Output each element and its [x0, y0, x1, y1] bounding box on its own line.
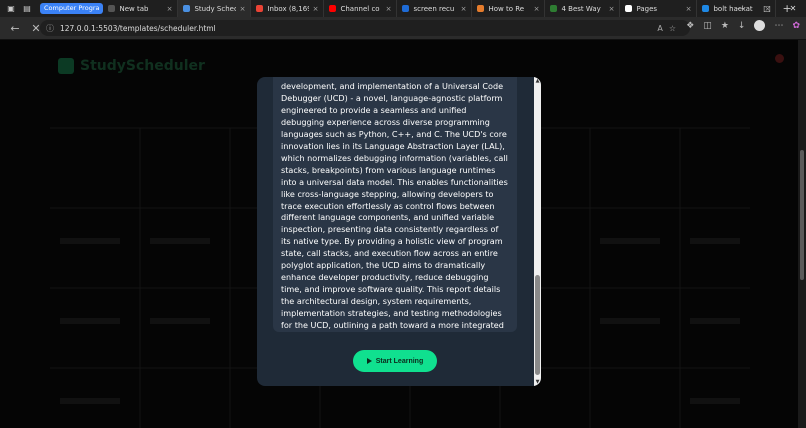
tab-actions-icon[interactable]: ▤: [22, 4, 32, 14]
tab-group-label[interactable]: Computer Progra: [40, 3, 104, 14]
tab-title: Channel co: [340, 4, 380, 13]
page-scroll-thumb[interactable]: [800, 150, 804, 280]
extensions-icon[interactable]: ❖: [686, 21, 694, 31]
tab-close-icon[interactable]: ×: [163, 5, 173, 13]
page-scrollbar[interactable]: [798, 40, 806, 428]
read-aloud-icon[interactable]: A: [657, 24, 668, 33]
maximize-icon[interactable]: □: [754, 0, 780, 17]
tab-favicon-icon: [477, 5, 485, 12]
tab-close-icon[interactable]: ×: [236, 5, 246, 13]
more-menu-icon[interactable]: ⋯: [774, 21, 783, 31]
app-logo-icon: [58, 58, 74, 74]
tab-title: New tab: [119, 4, 149, 13]
tab-close-icon[interactable]: ×: [382, 5, 392, 13]
minimize-icon[interactable]: —: [728, 0, 754, 17]
url-text[interactable]: 127.0.0.1:5503/templates/scheduler.html: [60, 24, 216, 33]
tab-title: screen recu: [413, 4, 455, 13]
browser-tab[interactable]: New tab ×: [103, 0, 179, 17]
browser-tab[interactable]: Channel co ×: [324, 0, 398, 17]
start-learning-button[interactable]: Start Learning: [353, 350, 437, 372]
tab-favicon-icon: [183, 5, 191, 12]
favorite-star-icon[interactable]: ☆: [669, 24, 682, 33]
address-bar-row: ← ✕ ⓘ 127.0.0.1:5503/templates/scheduler…: [0, 17, 806, 40]
close-window-icon[interactable]: ✕: [780, 0, 806, 17]
browser-tab[interactable]: Inbox (8,169 ×: [251, 0, 325, 17]
start-learning-label: Start Learning: [375, 357, 424, 365]
tab-close-icon[interactable]: ×: [530, 5, 540, 13]
profile-avatar[interactable]: [754, 20, 766, 31]
scroll-up-arrow-icon[interactable]: ▲: [534, 78, 541, 84]
modal-scrollbar[interactable]: ▲ ▼: [534, 77, 541, 386]
modal-content-text: development, and implementation of a Uni…: [273, 77, 517, 332]
tab-close-icon[interactable]: ×: [605, 5, 615, 13]
browser-tab[interactable]: screen recu ×: [397, 0, 473, 17]
browser-tab[interactable]: Pages ×: [620, 0, 698, 17]
tab-title: Study Schedu: [194, 4, 235, 13]
tab-title: Inbox (8,169: [267, 4, 309, 13]
workspaces-icon[interactable]: ▣: [6, 4, 16, 14]
tab-close-icon[interactable]: ×: [457, 5, 467, 13]
browser-tab[interactable]: 4 Best Way ×: [545, 0, 621, 17]
tab-title: 4 Best Way: [561, 4, 601, 13]
copilot-icon[interactable]: ✿: [792, 21, 800, 31]
favorites-icon[interactable]: ★: [721, 21, 729, 31]
split-screen-icon[interactable]: ◫: [703, 21, 712, 31]
tab-favicon-icon: [256, 5, 264, 12]
tab-title: Pages: [636, 4, 658, 13]
browser-tab-bar: ▣ ▤ Computer Progra New tab×Study Schedu…: [0, 0, 806, 17]
back-arrow-icon[interactable]: ←: [9, 22, 21, 35]
study-content-modal: development, and implementation of a Uni…: [257, 77, 541, 386]
page-viewport: StudyScheduler development, and implemen…: [0, 40, 806, 428]
tab-favicon-icon: [625, 5, 633, 12]
background-app-title: StudyScheduler: [80, 58, 205, 74]
tab-favicon-icon: [329, 5, 337, 12]
background-app-header: StudyScheduler: [58, 58, 205, 74]
background-notification-icon: [775, 54, 784, 63]
modal-scroll-thumb[interactable]: [535, 275, 540, 375]
site-info-icon[interactable]: ⓘ: [46, 23, 54, 34]
browser-tab[interactable]: How to Re ×: [472, 0, 546, 17]
downloads-icon[interactable]: ↓: [738, 21, 746, 31]
tab-close-icon[interactable]: ×: [309, 5, 319, 13]
tab-favicon-icon: [702, 5, 710, 12]
tab-title: How to Re: [488, 4, 525, 13]
tab-favicon-icon: [550, 5, 558, 12]
browser-tab[interactable]: Study Schedu×: [178, 0, 252, 17]
tab-favicon-icon: [108, 5, 116, 12]
tab-favicon-icon: [402, 5, 410, 12]
play-icon: [366, 358, 372, 364]
address-field[interactable]: ⓘ 127.0.0.1:5503/templates/scheduler.htm…: [40, 20, 690, 36]
tab-close-icon[interactable]: ×: [682, 5, 692, 13]
scroll-down-arrow-icon[interactable]: ▼: [534, 379, 541, 385]
